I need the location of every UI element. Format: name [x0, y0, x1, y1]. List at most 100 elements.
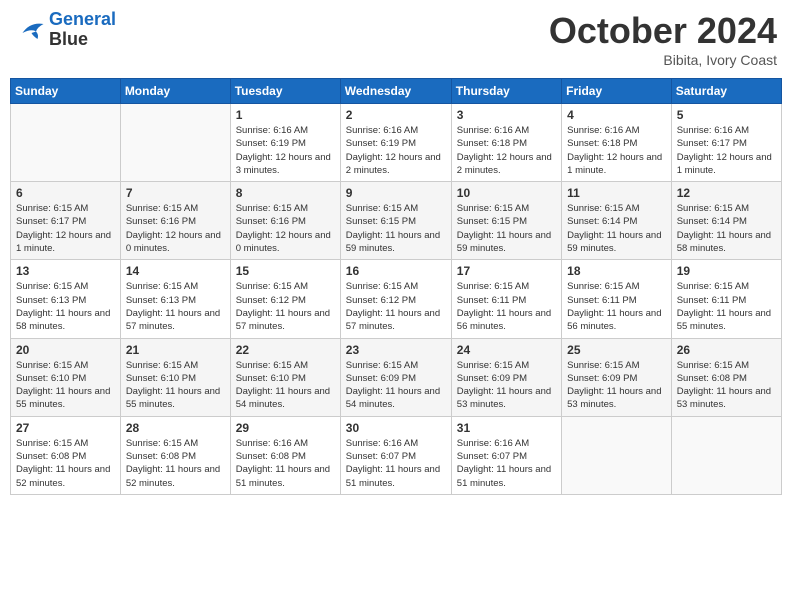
day-number: 29 [236, 421, 335, 435]
calendar-cell: 23Sunrise: 6:15 AM Sunset: 6:09 PM Dayli… [340, 338, 451, 416]
day-info: Sunrise: 6:15 AM Sunset: 6:11 PM Dayligh… [677, 280, 776, 333]
calendar-cell: 11 Sunrise: 6:15 AM Sunset: 6:14 PM Dayli… [562, 182, 672, 260]
calendar-cell: 20Sunrise: 6:15 AM Sunset: 6:10 PM Dayli… [11, 338, 121, 416]
calendar-cell: 21Sunrise: 6:15 AM Sunset: 6:10 PM Dayli… [120, 338, 230, 416]
weekday-header-friday: Friday [562, 79, 672, 104]
title-block: October 2024 Bibita, Ivory Coast [549, 10, 777, 68]
day-info: Sunrise: 6:15 AM Sunset: 6:16 PM Dayligh… [126, 202, 225, 255]
day-number: 14 [126, 264, 225, 278]
calendar-cell: 30 Sunrise: 6:16 AM Sunset: 6:07 PM Dayli… [340, 416, 451, 494]
month-title: October 2024 [549, 10, 777, 52]
day-info: Sunrise: 6:16 AM Sunset: 6:07 PM Dayligh… [457, 437, 556, 490]
logo-line1: General [49, 9, 116, 29]
day-number: 8 [236, 186, 335, 200]
day-number: 28 [126, 421, 225, 435]
weekday-header-monday: Monday [120, 79, 230, 104]
day-number: 16 [346, 264, 446, 278]
day-info: Sunrise: 6:15 AM Sunset: 6:09 PM Dayligh… [457, 359, 556, 412]
page-header: General Blue October 2024 Bibita, Ivory … [10, 10, 782, 68]
calendar-cell: 10Sunrise: 6:15 AM Sunset: 6:15 PM Dayli… [451, 182, 561, 260]
calendar-cell: 25 Sunrise: 6:15 AM Sunset: 6:09 PM Dayli… [562, 338, 672, 416]
day-info: Sunrise: 6:15 AM Sunset: 6:10 PM Dayligh… [16, 359, 115, 412]
day-info: Sunrise: 6:15 AM Sunset: 6:12 PM Dayligh… [236, 280, 335, 333]
day-number: 12 [677, 186, 776, 200]
day-info: Sunrise: 6:15 AM Sunset: 6:12 PM Dayligh… [346, 280, 446, 333]
day-info: Sunrise: 6:15 AM Sunset: 6:10 PM Dayligh… [236, 359, 335, 412]
day-number: 9 [346, 186, 446, 200]
weekday-header-sunday: Sunday [11, 79, 121, 104]
day-number: 31 [457, 421, 556, 435]
calendar-week-row: 6 Sunrise: 6:15 AM Sunset: 6:17 PM Daylig… [11, 182, 782, 260]
day-info: Sunrise: 6:16 AM Sunset: 6:07 PM Dayligh… [346, 437, 446, 490]
day-info: Sunrise: 6:15 AM Sunset: 6:16 PM Dayligh… [236, 202, 335, 255]
location-subtitle: Bibita, Ivory Coast [549, 52, 777, 68]
logo: General Blue [15, 10, 116, 50]
weekday-header-wednesday: Wednesday [340, 79, 451, 104]
day-info: Sunrise: 6:15 AM Sunset: 6:08 PM Dayligh… [16, 437, 115, 490]
calendar-cell: 26 Sunrise: 6:15 AM Sunset: 6:08 PM Dayli… [671, 338, 781, 416]
calendar-cell: 27 Sunrise: 6:15 AM Sunset: 6:08 PM Dayli… [11, 416, 121, 494]
day-number: 2 [346, 108, 446, 122]
day-info: Sunrise: 6:15 AM Sunset: 6:08 PM Dayligh… [677, 359, 776, 412]
day-number: 4 [567, 108, 666, 122]
weekday-header-tuesday: Tuesday [230, 79, 340, 104]
calendar-cell: 4 Sunrise: 6:16 AM Sunset: 6:18 PM Daylig… [562, 104, 672, 182]
logo-line2: Blue [49, 30, 116, 50]
day-number: 5 [677, 108, 776, 122]
day-info: Sunrise: 6:16 AM Sunset: 6:18 PM Dayligh… [457, 124, 556, 177]
calendar-cell: 2Sunrise: 6:16 AM Sunset: 6:19 PM Daylig… [340, 104, 451, 182]
logo-icon [15, 18, 45, 42]
day-number: 1 [236, 108, 335, 122]
day-number: 7 [126, 186, 225, 200]
day-number: 30 [346, 421, 446, 435]
calendar-cell: 9 Sunrise: 6:15 AM Sunset: 6:15 PM Daylig… [340, 182, 451, 260]
day-info: Sunrise: 6:15 AM Sunset: 6:08 PM Dayligh… [126, 437, 225, 490]
day-number: 19 [677, 264, 776, 278]
calendar-cell: 24Sunrise: 6:15 AM Sunset: 6:09 PM Dayli… [451, 338, 561, 416]
day-info: Sunrise: 6:15 AM Sunset: 6:15 PM Dayligh… [346, 202, 446, 255]
calendar-cell: 1 Sunrise: 6:16 AM Sunset: 6:19 PM Daylig… [230, 104, 340, 182]
day-info: Sunrise: 6:15 AM Sunset: 6:13 PM Dayligh… [126, 280, 225, 333]
day-number: 10 [457, 186, 556, 200]
day-info: Sunrise: 6:15 AM Sunset: 6:11 PM Dayligh… [457, 280, 556, 333]
weekday-header-saturday: Saturday [671, 79, 781, 104]
calendar-cell: 13Sunrise: 6:15 AM Sunset: 6:13 PM Dayli… [11, 260, 121, 338]
day-info: Sunrise: 6:16 AM Sunset: 6:17 PM Dayligh… [677, 124, 776, 177]
day-info: Sunrise: 6:15 AM Sunset: 6:10 PM Dayligh… [126, 359, 225, 412]
day-info: Sunrise: 6:16 AM Sunset: 6:19 PM Dayligh… [236, 124, 335, 177]
weekday-header-row: SundayMondayTuesdayWednesdayThursdayFrid… [11, 79, 782, 104]
day-info: Sunrise: 6:15 AM Sunset: 6:14 PM Dayligh… [567, 202, 666, 255]
calendar-cell [671, 416, 781, 494]
calendar-week-row: 13 Sunrise: 6:15 AM Sunset: 6:13 PM Dayli… [11, 260, 782, 338]
day-number: 18 [567, 264, 666, 278]
calendar-cell: 17Sunrise: 6:15 AM Sunset: 6:11 PM Dayli… [451, 260, 561, 338]
day-number: 11 [567, 186, 666, 200]
day-number: 25 [567, 343, 666, 357]
day-number: 26 [677, 343, 776, 357]
day-info: Sunrise: 6:15 AM Sunset: 6:11 PM Dayligh… [567, 280, 666, 333]
day-number: 6 [16, 186, 115, 200]
day-number: 27 [16, 421, 115, 435]
calendar-table: SundayMondayTuesdayWednesdayThursdayFrid… [10, 78, 782, 495]
calendar-cell [120, 104, 230, 182]
calendar-cell: 28 Sunrise: 6:15 AM Sunset: 6:08 PM Dayli… [120, 416, 230, 494]
day-number: 22 [236, 343, 335, 357]
day-number: 15 [236, 264, 335, 278]
calendar-cell: 29 Sunrise: 6:16 AM Sunset: 6:08 PM Dayli… [230, 416, 340, 494]
day-info: Sunrise: 6:16 AM Sunset: 6:08 PM Dayligh… [236, 437, 335, 490]
calendar-cell: 6 Sunrise: 6:15 AM Sunset: 6:17 PM Daylig… [11, 182, 121, 260]
day-number: 13 [16, 264, 115, 278]
day-info: Sunrise: 6:15 AM Sunset: 6:09 PM Dayligh… [567, 359, 666, 412]
weekday-header-thursday: Thursday [451, 79, 561, 104]
calendar-cell: 15 Sunrise: 6:15 AM Sunset: 6:12 PM Dayli… [230, 260, 340, 338]
calendar-cell: 5 Sunrise: 6:16 AM Sunset: 6:17 PM Daylig… [671, 104, 781, 182]
logo-text: General Blue [49, 10, 116, 50]
calendar-cell [562, 416, 672, 494]
calendar-cell: 19 Sunrise: 6:15 AM Sunset: 6:11 PM Dayli… [671, 260, 781, 338]
calendar-cell: 22 Sunrise: 6:15 AM Sunset: 6:10 PM Dayli… [230, 338, 340, 416]
day-info: Sunrise: 6:15 AM Sunset: 6:17 PM Dayligh… [16, 202, 115, 255]
calendar-cell: 18 Sunrise: 6:15 AM Sunset: 6:11 PM Dayli… [562, 260, 672, 338]
calendar-cell: 31 Sunrise: 6:16 AM Sunset: 6:07 PM Dayli… [451, 416, 561, 494]
day-info: Sunrise: 6:15 AM Sunset: 6:14 PM Dayligh… [677, 202, 776, 255]
day-info: Sunrise: 6:16 AM Sunset: 6:18 PM Dayligh… [567, 124, 666, 177]
